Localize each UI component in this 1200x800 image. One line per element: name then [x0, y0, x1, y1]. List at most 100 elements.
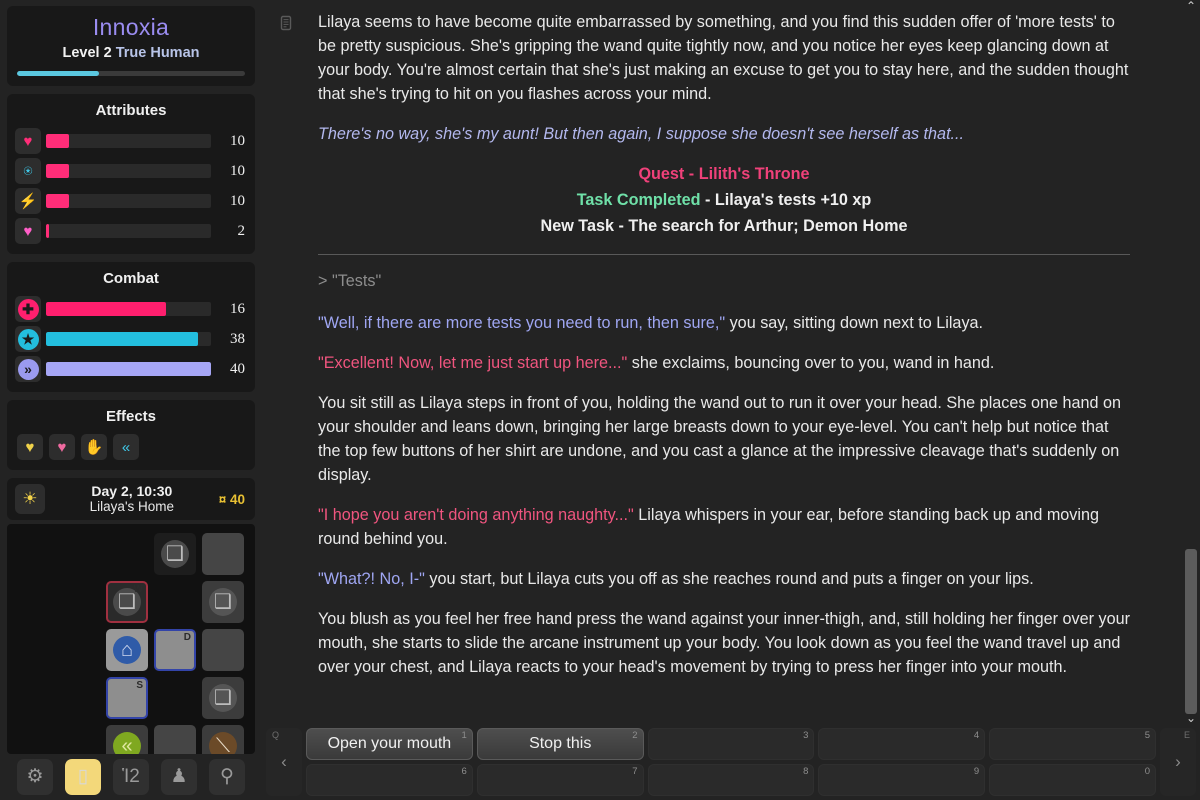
prev-page-glyph: ‹ — [281, 752, 287, 772]
map-tile[interactable]: ⟍ — [199, 722, 247, 754]
health-cross-icon: ✚ — [15, 296, 41, 322]
combat-row: ★ 38 — [15, 324, 247, 354]
plain-tile[interactable] — [154, 725, 196, 754]
vertical-scrollbar[interactable]: ⌃ ⌄ — [1182, 0, 1200, 726]
quest-title: Quest - Lilith's Throne — [318, 162, 1130, 186]
action-button-empty: 4 — [818, 728, 985, 760]
inner-thought: There's no way, she's my aunt! But then … — [318, 122, 1130, 146]
plain-tile[interactable] — [202, 629, 244, 671]
dialogue-c-quote: "I hope you aren't doing anything naught… — [318, 506, 634, 524]
white-hand-icon[interactable]: ✋ — [81, 434, 107, 460]
action-key-number: 6 — [462, 766, 467, 777]
map-tile[interactable]: ❑W — [103, 578, 151, 626]
action-key-number: 7 — [632, 766, 637, 777]
map-tile[interactable]: D — [151, 626, 199, 674]
settings-gear-icon[interactable]: ⚙ — [17, 759, 53, 795]
blessed-heart-icon[interactable]: ♥ — [17, 434, 43, 460]
double-chevron-up-icon[interactable]: « — [113, 434, 139, 460]
story-paragraph-1: Lilaya seems to have become quite embarr… — [318, 10, 1130, 106]
quest-title-text: Quest - Lilith's Throne — [638, 165, 809, 183]
clock-location: Lilaya's Home — [45, 499, 219, 515]
search-magnifier-icon[interactable]: ⚲ — [209, 759, 245, 795]
attribute-row: ♥2 — [15, 216, 247, 246]
map-tile[interactable] — [199, 530, 247, 578]
action-button-label: Stop this — [529, 735, 591, 753]
scroll-up-arrow[interactable]: ⌃ — [1186, 0, 1196, 14]
character-race: True Human — [116, 45, 200, 61]
sun-glyph: ☀ — [22, 489, 37, 509]
action-button-empty: 8 — [648, 764, 815, 796]
map-panel[interactable]: ❑❑W❑⌂DS❑«⟍ — [7, 524, 255, 754]
attribute-value: 10 — [217, 133, 247, 150]
action-key-number: 9 — [974, 766, 979, 777]
prev-page-button[interactable]: Q ‹ — [266, 728, 302, 796]
main-panel: Lilaya seems to have become quite embarr… — [262, 0, 1200, 800]
attribute-row: ⍟10 — [15, 156, 247, 186]
map-tile[interactable]: ❑ — [199, 578, 247, 626]
game-window: Innoxia Level 2 True Human Attributes ♥ 1… — [0, 0, 1200, 800]
map-tile[interactable] — [151, 722, 199, 754]
character-panel: Innoxia Level 2 True Human — [7, 6, 255, 86]
action-button-empty: 6 — [306, 764, 473, 796]
aura-star-icon: ★ — [15, 326, 41, 352]
inventory-backpack-icon[interactable]: Ἱ2 — [113, 759, 149, 795]
action-key-number: 1 — [462, 730, 467, 741]
sun-icon: ☀ — [15, 484, 45, 514]
map-tile[interactable] — [199, 626, 247, 674]
combat-value: 38 — [217, 331, 247, 348]
room-tile[interactable]: ❑ — [154, 533, 196, 575]
map-tile-empty — [151, 674, 199, 722]
new-task-line: New Task - The search for Arthur; Demon … — [318, 214, 1130, 238]
action-button[interactable]: 1Open your mouth — [306, 728, 473, 760]
story-text-area: Lilaya seems to have become quite embarr… — [262, 0, 1200, 726]
attribute-value: 2 — [217, 223, 247, 240]
pink-heart-icon[interactable]: ♥ — [49, 434, 75, 460]
dialogue-b-rest: she exclaims, bouncing over to you, wand… — [627, 354, 994, 372]
phone-icon[interactable]: ▯ — [65, 759, 101, 795]
action-key-number: 4 — [974, 730, 979, 741]
room-tile-selected[interactable]: ❑W — [106, 581, 148, 623]
energy-chevrons-icon: » — [15, 356, 41, 382]
combat-row: »40 — [15, 354, 247, 384]
map-tile-empty — [7, 722, 55, 754]
action-button-empty: 7 — [477, 764, 644, 796]
action-button-grid: 1Open your mouth2Stop this34567890 — [306, 728, 1156, 796]
room-tile[interactable]: ❑ — [202, 581, 244, 623]
map-tile-empty — [7, 674, 55, 722]
room-tile[interactable]: ❑ — [202, 677, 244, 719]
stairs-tile[interactable]: S — [106, 677, 148, 719]
door-tile[interactable]: D — [154, 629, 196, 671]
map-tile-empty — [7, 626, 55, 674]
map-tile-empty — [103, 530, 151, 578]
home-tile[interactable]: ⌂ — [106, 629, 148, 671]
clock-text: Day 2, 10:30 Lilaya's Home — [45, 483, 219, 515]
scrollbar-thumb[interactable] — [1185, 549, 1197, 714]
scroll-down-arrow[interactable]: ⌄ — [1186, 712, 1196, 726]
plain-tile[interactable] — [202, 533, 244, 575]
next-page-glyph: › — [1175, 752, 1181, 772]
task-completed-rest: - Lilaya's tests +10 xp — [701, 191, 872, 209]
map-tile[interactable]: ❑ — [151, 530, 199, 578]
effects-panel: Effects ♥♥✋« — [7, 400, 255, 470]
map-tile-letter: S — [136, 680, 143, 691]
map-tile[interactable]: ⌂ — [103, 626, 151, 674]
stairs-down-tile[interactable]: ⟍ — [202, 725, 244, 754]
action-button-empty: 0 — [989, 764, 1156, 796]
map-tile[interactable]: S — [103, 674, 151, 722]
characters-group-icon[interactable]: ♟ — [161, 759, 197, 795]
map-tile[interactable]: « — [103, 722, 151, 754]
attributes-title: Attributes — [15, 100, 247, 122]
next-page-button[interactable]: E › — [1160, 728, 1196, 796]
scrollbar-track[interactable] — [1182, 14, 1200, 712]
attribute-bar — [46, 164, 211, 178]
effects-list: ♥♥✋« — [15, 432, 247, 462]
dialogue-d-rest: you start, but Lilaya cuts you off as sh… — [425, 570, 1034, 588]
lightning-icon: ⚡ — [15, 188, 41, 214]
action-button[interactable]: 2Stop this — [477, 728, 644, 760]
map-tile[interactable]: ❑ — [199, 674, 247, 722]
combat-row: ✚16 — [15, 294, 247, 324]
xp-bar — [17, 71, 245, 76]
combat-title: Combat — [15, 268, 247, 290]
task-completed-line: Task Completed - Lilaya's tests +10 xp — [318, 188, 1130, 212]
exit-tile[interactable]: « — [106, 725, 148, 754]
